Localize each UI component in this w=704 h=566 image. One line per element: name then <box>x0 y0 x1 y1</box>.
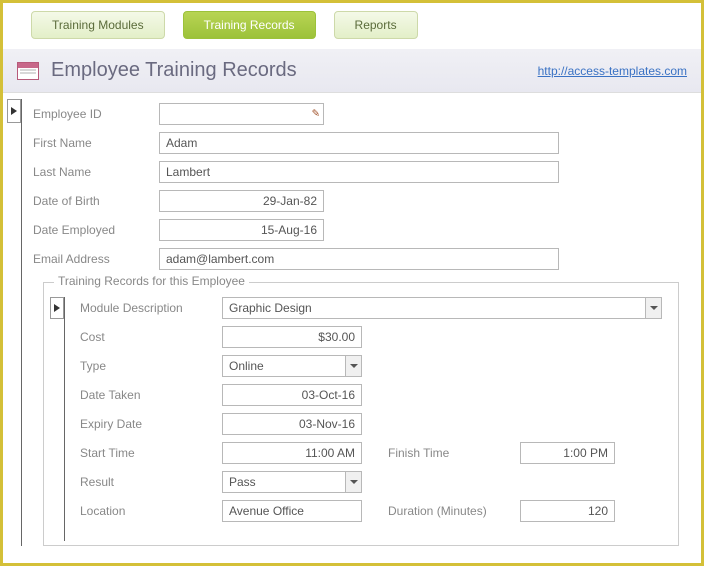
form-icon <box>17 62 39 80</box>
type-select[interactable] <box>222 355 362 377</box>
current-record-icon <box>11 107 17 115</box>
record-selector[interactable] <box>7 99 21 123</box>
tab-bar: Training Modules Training Records Report… <box>3 11 701 49</box>
label-employee-id: Employee ID <box>33 107 159 121</box>
templates-link[interactable]: http://access-templates.com <box>538 64 687 78</box>
sub-record-selector[interactable] <box>50 297 64 319</box>
label-duration: Duration (Minutes) <box>388 504 520 518</box>
chevron-down-icon <box>345 472 361 492</box>
start-time-field[interactable] <box>222 442 362 464</box>
label-cost: Cost <box>80 330 222 344</box>
label-date-employed: Date Employed <box>33 223 159 237</box>
dob-field[interactable] <box>159 190 324 212</box>
label-location: Location <box>80 504 222 518</box>
duration-field[interactable] <box>520 500 615 522</box>
date-employed-field[interactable] <box>159 219 324 241</box>
edit-pencil-icon: ✎ <box>312 109 320 120</box>
label-result: Result <box>80 475 222 489</box>
result-select[interactable] <box>222 471 362 493</box>
record-divider <box>21 99 22 546</box>
label-start-time: Start Time <box>80 446 222 460</box>
label-dob: Date of Birth <box>33 194 159 208</box>
result-field[interactable] <box>222 471 362 493</box>
type-field[interactable] <box>222 355 362 377</box>
app-frame: Training Modules Training Records Report… <box>0 0 704 566</box>
tab-reports[interactable]: Reports <box>334 11 418 39</box>
employee-id-field[interactable] <box>159 103 324 125</box>
module-field[interactable] <box>222 297 662 319</box>
employee-form: Employee ID ✎ First Name Last Name Date … <box>3 93 701 546</box>
page-title: Employee Training Records <box>51 59 297 82</box>
label-finish-time: Finish Time <box>388 446 520 460</box>
module-select[interactable] <box>222 297 662 319</box>
expiry-field[interactable] <box>222 413 362 435</box>
label-date-taken: Date Taken <box>80 388 222 402</box>
sub-current-record-icon <box>54 304 60 312</box>
label-expiry: Expiry Date <box>80 417 222 431</box>
tab-training-modules[interactable]: Training Modules <box>31 11 165 39</box>
label-module: Module Description <box>80 301 222 315</box>
cost-field[interactable] <box>222 326 362 348</box>
finish-time-field[interactable] <box>520 442 615 464</box>
label-type: Type <box>80 359 222 373</box>
location-field[interactable] <box>222 500 362 522</box>
label-last-name: Last Name <box>33 165 159 179</box>
sub-record-divider <box>64 297 65 541</box>
training-records-legend: Training Records for this Employee <box>54 274 249 288</box>
last-name-field[interactable] <box>159 161 559 183</box>
label-first-name: First Name <box>33 136 159 150</box>
chevron-down-icon <box>645 298 661 318</box>
label-email: Email Address <box>33 252 159 266</box>
first-name-field[interactable] <box>159 132 559 154</box>
chevron-down-icon <box>345 356 361 376</box>
date-taken-field[interactable] <box>222 384 362 406</box>
training-records-group: Training Records for this Employee Modul… <box>43 282 679 546</box>
form-header: Employee Training Records http://access-… <box>3 49 701 93</box>
tab-training-records[interactable]: Training Records <box>183 11 316 39</box>
email-field[interactable] <box>159 248 559 270</box>
